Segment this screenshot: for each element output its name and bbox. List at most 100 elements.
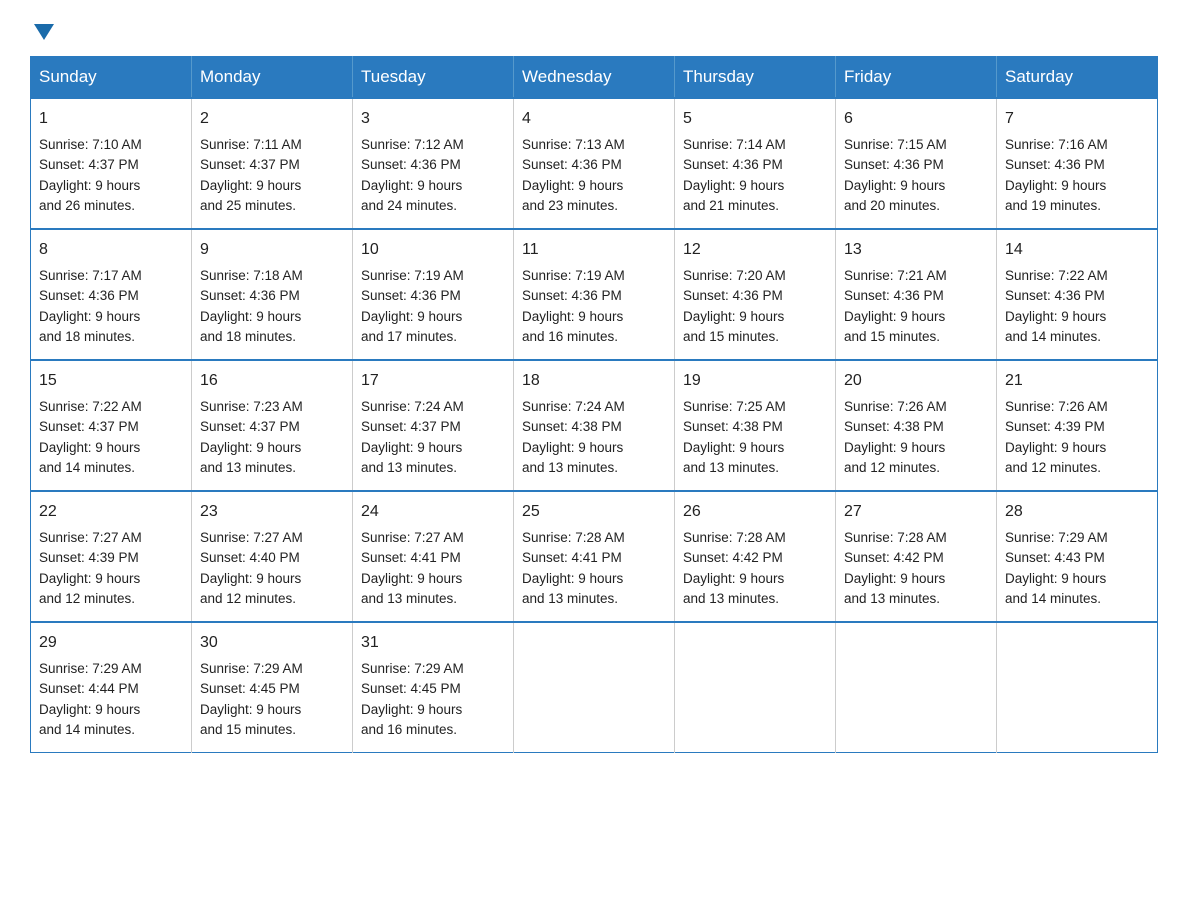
calendar-cell: 23Sunrise: 7:27 AMSunset: 4:40 PMDayligh… [192, 491, 353, 622]
daylight-label: Daylight: 9 hours [844, 309, 945, 324]
daylight-minutes: and 13 minutes. [522, 460, 618, 475]
sunset-label: Sunset: 4:36 PM [1005, 288, 1105, 303]
daylight-minutes: and 15 minutes. [200, 722, 296, 737]
calendar-cell: 30Sunrise: 7:29 AMSunset: 4:45 PMDayligh… [192, 622, 353, 753]
calendar-cell: 1Sunrise: 7:10 AMSunset: 4:37 PMDaylight… [31, 98, 192, 229]
calendar-week-3: 15Sunrise: 7:22 AMSunset: 4:37 PMDayligh… [31, 360, 1158, 491]
daylight-minutes: and 14 minutes. [1005, 591, 1101, 606]
daylight-label: Daylight: 9 hours [683, 440, 784, 455]
calendar-cell: 13Sunrise: 7:21 AMSunset: 4:36 PMDayligh… [836, 229, 997, 360]
calendar-cell: 22Sunrise: 7:27 AMSunset: 4:39 PMDayligh… [31, 491, 192, 622]
daylight-label: Daylight: 9 hours [522, 440, 623, 455]
calendar-cell: 18Sunrise: 7:24 AMSunset: 4:38 PMDayligh… [514, 360, 675, 491]
weekday-friday: Friday [836, 57, 997, 99]
sunrise-label: Sunrise: 7:19 AM [522, 268, 625, 283]
daylight-label: Daylight: 9 hours [39, 440, 140, 455]
calendar-cell: 3Sunrise: 7:12 AMSunset: 4:36 PMDaylight… [353, 98, 514, 229]
daylight-minutes: and 12 minutes. [200, 591, 296, 606]
calendar-cell: 8Sunrise: 7:17 AMSunset: 4:36 PMDaylight… [31, 229, 192, 360]
day-number: 7 [1005, 107, 1149, 131]
calendar-cell: 24Sunrise: 7:27 AMSunset: 4:41 PMDayligh… [353, 491, 514, 622]
day-number: 21 [1005, 369, 1149, 393]
daylight-minutes: and 13 minutes. [361, 460, 457, 475]
sunrise-label: Sunrise: 7:29 AM [1005, 530, 1108, 545]
sunrise-label: Sunrise: 7:18 AM [200, 268, 303, 283]
day-number: 4 [522, 107, 666, 131]
daylight-minutes: and 19 minutes. [1005, 198, 1101, 213]
calendar-cell [675, 622, 836, 753]
daylight-label: Daylight: 9 hours [200, 702, 301, 717]
sunrise-label: Sunrise: 7:15 AM [844, 137, 947, 152]
day-number: 13 [844, 238, 988, 262]
daylight-minutes: and 12 minutes. [1005, 460, 1101, 475]
daylight-label: Daylight: 9 hours [200, 178, 301, 193]
daylight-minutes: and 13 minutes. [844, 591, 940, 606]
daylight-minutes: and 16 minutes. [522, 329, 618, 344]
daylight-minutes: and 26 minutes. [39, 198, 135, 213]
calendar-cell: 10Sunrise: 7:19 AMSunset: 4:36 PMDayligh… [353, 229, 514, 360]
calendar-cell: 17Sunrise: 7:24 AMSunset: 4:37 PMDayligh… [353, 360, 514, 491]
day-number: 31 [361, 631, 505, 655]
daylight-minutes: and 21 minutes. [683, 198, 779, 213]
daylight-label: Daylight: 9 hours [522, 178, 623, 193]
daylight-minutes: and 14 minutes. [39, 460, 135, 475]
calendar-cell: 26Sunrise: 7:28 AMSunset: 4:42 PMDayligh… [675, 491, 836, 622]
calendar-cell [836, 622, 997, 753]
daylight-minutes: and 20 minutes. [844, 198, 940, 213]
calendar-cell: 4Sunrise: 7:13 AMSunset: 4:36 PMDaylight… [514, 98, 675, 229]
daylight-minutes: and 15 minutes. [844, 329, 940, 344]
calendar-cell: 12Sunrise: 7:20 AMSunset: 4:36 PMDayligh… [675, 229, 836, 360]
weekday-saturday: Saturday [997, 57, 1158, 99]
daylight-label: Daylight: 9 hours [844, 571, 945, 586]
weekday-thursday: Thursday [675, 57, 836, 99]
sunset-label: Sunset: 4:45 PM [200, 681, 300, 696]
calendar-cell: 28Sunrise: 7:29 AMSunset: 4:43 PMDayligh… [997, 491, 1158, 622]
sunset-label: Sunset: 4:39 PM [1005, 419, 1105, 434]
daylight-minutes: and 14 minutes. [1005, 329, 1101, 344]
day-number: 12 [683, 238, 827, 262]
day-number: 10 [361, 238, 505, 262]
sunrise-label: Sunrise: 7:23 AM [200, 399, 303, 414]
daylight-minutes: and 13 minutes. [200, 460, 296, 475]
calendar-cell: 16Sunrise: 7:23 AMSunset: 4:37 PMDayligh… [192, 360, 353, 491]
daylight-minutes: and 12 minutes. [39, 591, 135, 606]
day-number: 23 [200, 500, 344, 524]
daylight-label: Daylight: 9 hours [361, 571, 462, 586]
daylight-minutes: and 18 minutes. [39, 329, 135, 344]
daylight-minutes: and 13 minutes. [683, 460, 779, 475]
day-number: 24 [361, 500, 505, 524]
day-number: 14 [1005, 238, 1149, 262]
calendar-table: SundayMondayTuesdayWednesdayThursdayFrid… [30, 56, 1158, 753]
daylight-label: Daylight: 9 hours [844, 178, 945, 193]
calendar-cell: 29Sunrise: 7:29 AMSunset: 4:44 PMDayligh… [31, 622, 192, 753]
sunrise-label: Sunrise: 7:22 AM [1005, 268, 1108, 283]
daylight-label: Daylight: 9 hours [361, 178, 462, 193]
sunset-label: Sunset: 4:37 PM [200, 157, 300, 172]
day-number: 15 [39, 369, 183, 393]
day-number: 16 [200, 369, 344, 393]
sunset-label: Sunset: 4:37 PM [361, 419, 461, 434]
sunset-label: Sunset: 4:37 PM [39, 419, 139, 434]
sunset-label: Sunset: 4:36 PM [844, 157, 944, 172]
sunrise-label: Sunrise: 7:24 AM [522, 399, 625, 414]
day-number: 9 [200, 238, 344, 262]
day-number: 27 [844, 500, 988, 524]
daylight-minutes: and 23 minutes. [522, 198, 618, 213]
weekday-monday: Monday [192, 57, 353, 99]
sunset-label: Sunset: 4:41 PM [361, 550, 461, 565]
sunrise-label: Sunrise: 7:20 AM [683, 268, 786, 283]
daylight-minutes: and 14 minutes. [39, 722, 135, 737]
daylight-label: Daylight: 9 hours [844, 440, 945, 455]
day-number: 1 [39, 107, 183, 131]
day-number: 25 [522, 500, 666, 524]
calendar-cell: 2Sunrise: 7:11 AMSunset: 4:37 PMDaylight… [192, 98, 353, 229]
calendar-week-2: 8Sunrise: 7:17 AMSunset: 4:36 PMDaylight… [31, 229, 1158, 360]
sunset-label: Sunset: 4:38 PM [844, 419, 944, 434]
day-number: 5 [683, 107, 827, 131]
calendar-cell: 27Sunrise: 7:28 AMSunset: 4:42 PMDayligh… [836, 491, 997, 622]
sunset-label: Sunset: 4:38 PM [683, 419, 783, 434]
sunset-label: Sunset: 4:44 PM [39, 681, 139, 696]
sunset-label: Sunset: 4:37 PM [39, 157, 139, 172]
day-number: 22 [39, 500, 183, 524]
sunset-label: Sunset: 4:36 PM [844, 288, 944, 303]
